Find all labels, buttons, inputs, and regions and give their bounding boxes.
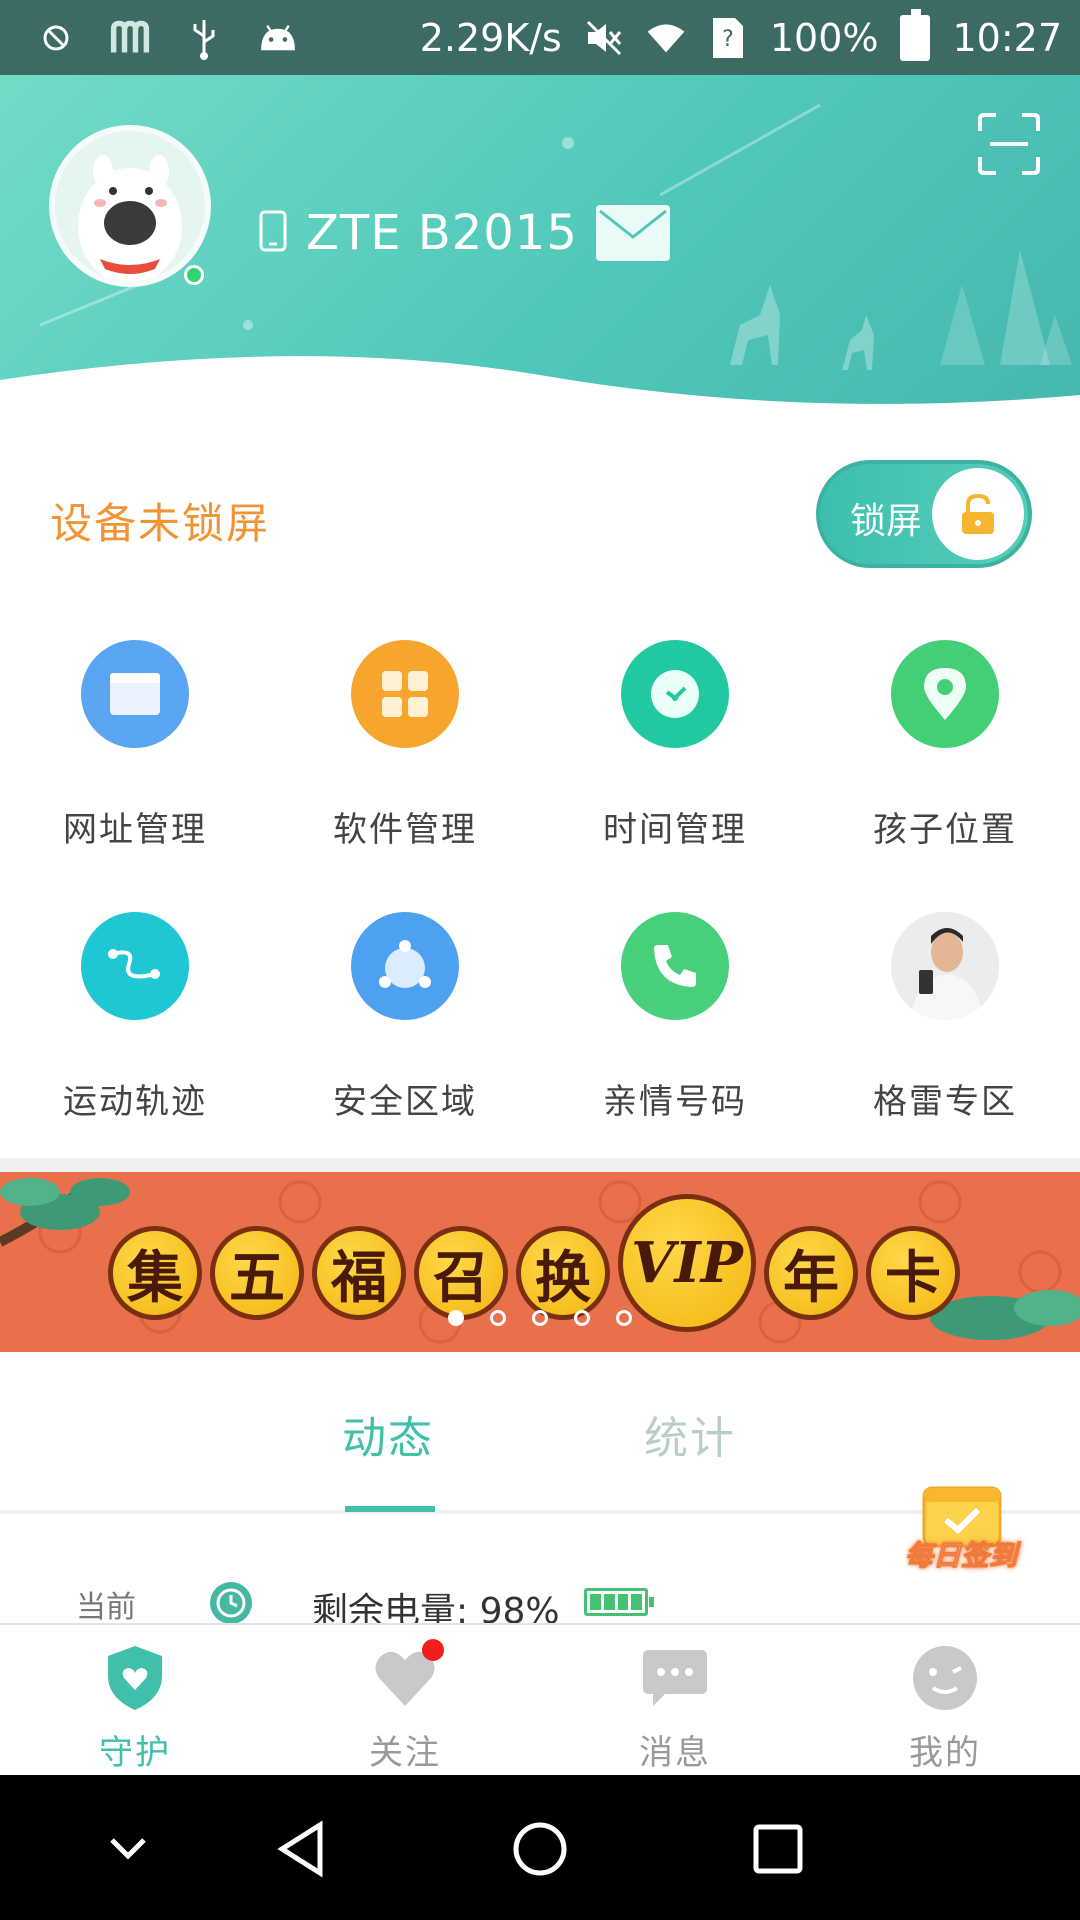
grid-label: 运动轨迹 bbox=[63, 1082, 207, 1122]
nav-follow[interactable]: 关注 bbox=[270, 1625, 540, 1777]
page-dot[interactable] bbox=[574, 1310, 590, 1326]
grid-label: 亲情号码 bbox=[603, 1082, 747, 1122]
route-icon bbox=[81, 912, 189, 1020]
clock-icon bbox=[210, 1582, 252, 1624]
recents-icon[interactable] bbox=[746, 1817, 810, 1881]
network-speed: 2.29K/s bbox=[419, 15, 562, 60]
grid-item-gray-zone[interactable]: 格雷专区 bbox=[810, 912, 1080, 1152]
status-bar: 2.29K/s ? 100% 10:27 bbox=[0, 0, 1080, 75]
online-status-dot bbox=[184, 265, 204, 285]
browser-icon bbox=[81, 640, 189, 748]
avatar[interactable] bbox=[49, 125, 211, 287]
profile-header: ZTE B2015 bbox=[0, 75, 1080, 420]
grid-item-app-management[interactable]: 软件管理 bbox=[270, 640, 540, 880]
grid-item-safe-zone[interactable]: 安全区域 bbox=[270, 912, 540, 1152]
banner-char: 年 bbox=[764, 1226, 858, 1320]
page-dot[interactable] bbox=[616, 1310, 632, 1326]
clock: 10:27 bbox=[952, 15, 1062, 60]
unlock-icon bbox=[932, 468, 1024, 560]
m-app-icon bbox=[110, 18, 150, 58]
grid-item-family-numbers[interactable]: 亲情号码 bbox=[540, 912, 810, 1152]
clock-icon bbox=[621, 640, 729, 748]
grid-label: 孩子位置 bbox=[873, 810, 1017, 850]
grid-item-url-management[interactable]: 网址管理 bbox=[0, 640, 270, 880]
nav-guard[interactable]: 守护 bbox=[0, 1625, 270, 1777]
lock-screen-toggle[interactable]: 锁屏 bbox=[816, 460, 1032, 568]
banner-pagination bbox=[448, 1310, 632, 1326]
location-icon bbox=[891, 640, 999, 748]
tab-activity[interactable]: 动态 bbox=[342, 1402, 434, 1466]
nav-label: 消息 bbox=[639, 1733, 711, 1773]
nav-label: 我的 bbox=[909, 1733, 981, 1773]
apps-icon bbox=[351, 640, 459, 748]
nav-messages[interactable]: 消息 bbox=[540, 1625, 810, 1777]
do-not-disturb-icon bbox=[36, 18, 76, 58]
tab-indicator bbox=[345, 1506, 435, 1512]
grid-label: 网址管理 bbox=[63, 810, 207, 850]
usb-icon bbox=[184, 18, 224, 60]
chat-icon bbox=[640, 1643, 710, 1713]
back-icon[interactable] bbox=[270, 1817, 334, 1881]
home-icon[interactable] bbox=[508, 1817, 572, 1881]
grid-label: 格雷专区 bbox=[873, 1082, 1017, 1122]
grid-label: 时间管理 bbox=[603, 810, 747, 850]
system-navigation-bar bbox=[0, 1775, 1080, 1920]
heart-icon bbox=[370, 1639, 444, 1713]
notification-badge bbox=[422, 1639, 444, 1661]
battery-icon bbox=[900, 8, 931, 61]
mail-icon[interactable] bbox=[595, 205, 670, 261]
activity-item: 当前 剩余电量: 98% bbox=[0, 1560, 1080, 1632]
phone-call-icon bbox=[621, 912, 729, 1020]
grid-label: 安全区域 bbox=[333, 1082, 477, 1122]
tab-statistics[interactable]: 统计 bbox=[644, 1402, 736, 1466]
nav-mine[interactable]: 我的 bbox=[810, 1625, 1080, 1777]
promo-banner[interactable]: 集 五 福 召 换 VIP 年 卡 bbox=[0, 1172, 1080, 1352]
section-divider bbox=[0, 1158, 1080, 1172]
promo-photo bbox=[891, 912, 999, 1020]
battery-percent: 100% bbox=[769, 15, 879, 60]
device-info[interactable]: ZTE B2015 bbox=[258, 205, 670, 261]
nav-label: 守护 bbox=[99, 1733, 171, 1773]
bottom-navigation: 守护 关注 消息 我的 bbox=[0, 1623, 1080, 1775]
shield-heart-icon bbox=[100, 1643, 170, 1713]
page-dot[interactable] bbox=[532, 1310, 548, 1326]
svg-text:?: ? bbox=[722, 27, 734, 52]
grid-item-child-location[interactable]: 孩子位置 bbox=[810, 640, 1080, 880]
lock-status-row: 设备未锁屏 锁屏 bbox=[0, 460, 1080, 570]
battery-level-icon bbox=[584, 1588, 654, 1616]
grid-item-time-management[interactable]: 时间管理 bbox=[540, 640, 810, 880]
safe-zone-icon bbox=[351, 912, 459, 1020]
banner-char: 卡 bbox=[866, 1226, 960, 1320]
lock-status-text: 设备未锁屏 bbox=[50, 499, 271, 548]
lock-toggle-label: 锁屏 bbox=[850, 501, 923, 542]
wifi-icon bbox=[646, 18, 686, 58]
grid-item-movement-track[interactable]: 运动轨迹 bbox=[0, 912, 270, 1152]
banner-char: 五 bbox=[210, 1226, 304, 1320]
banner-char: 福 bbox=[312, 1226, 406, 1320]
header-wave bbox=[0, 356, 1080, 420]
sim-unknown-icon: ? bbox=[708, 17, 748, 58]
page-dot[interactable] bbox=[490, 1310, 506, 1326]
grid-label: 软件管理 bbox=[333, 810, 477, 850]
device-name: ZTE B2015 bbox=[306, 205, 578, 261]
mute-icon bbox=[584, 18, 624, 58]
phone-icon bbox=[258, 209, 288, 257]
banner-char: 换 bbox=[516, 1226, 610, 1320]
scan-icon[interactable] bbox=[978, 113, 1040, 175]
banner-char: 召 bbox=[414, 1226, 508, 1320]
banner-char: 集 bbox=[108, 1226, 202, 1320]
page-dot[interactable] bbox=[448, 1310, 464, 1326]
hide-keyboard-icon[interactable] bbox=[96, 1817, 160, 1881]
banner-char-vip: VIP bbox=[618, 1194, 756, 1332]
nav-label: 关注 bbox=[369, 1733, 441, 1773]
android-debug-icon bbox=[258, 18, 298, 58]
activity-time: 当前 bbox=[76, 1590, 136, 1625]
face-icon bbox=[910, 1643, 980, 1713]
